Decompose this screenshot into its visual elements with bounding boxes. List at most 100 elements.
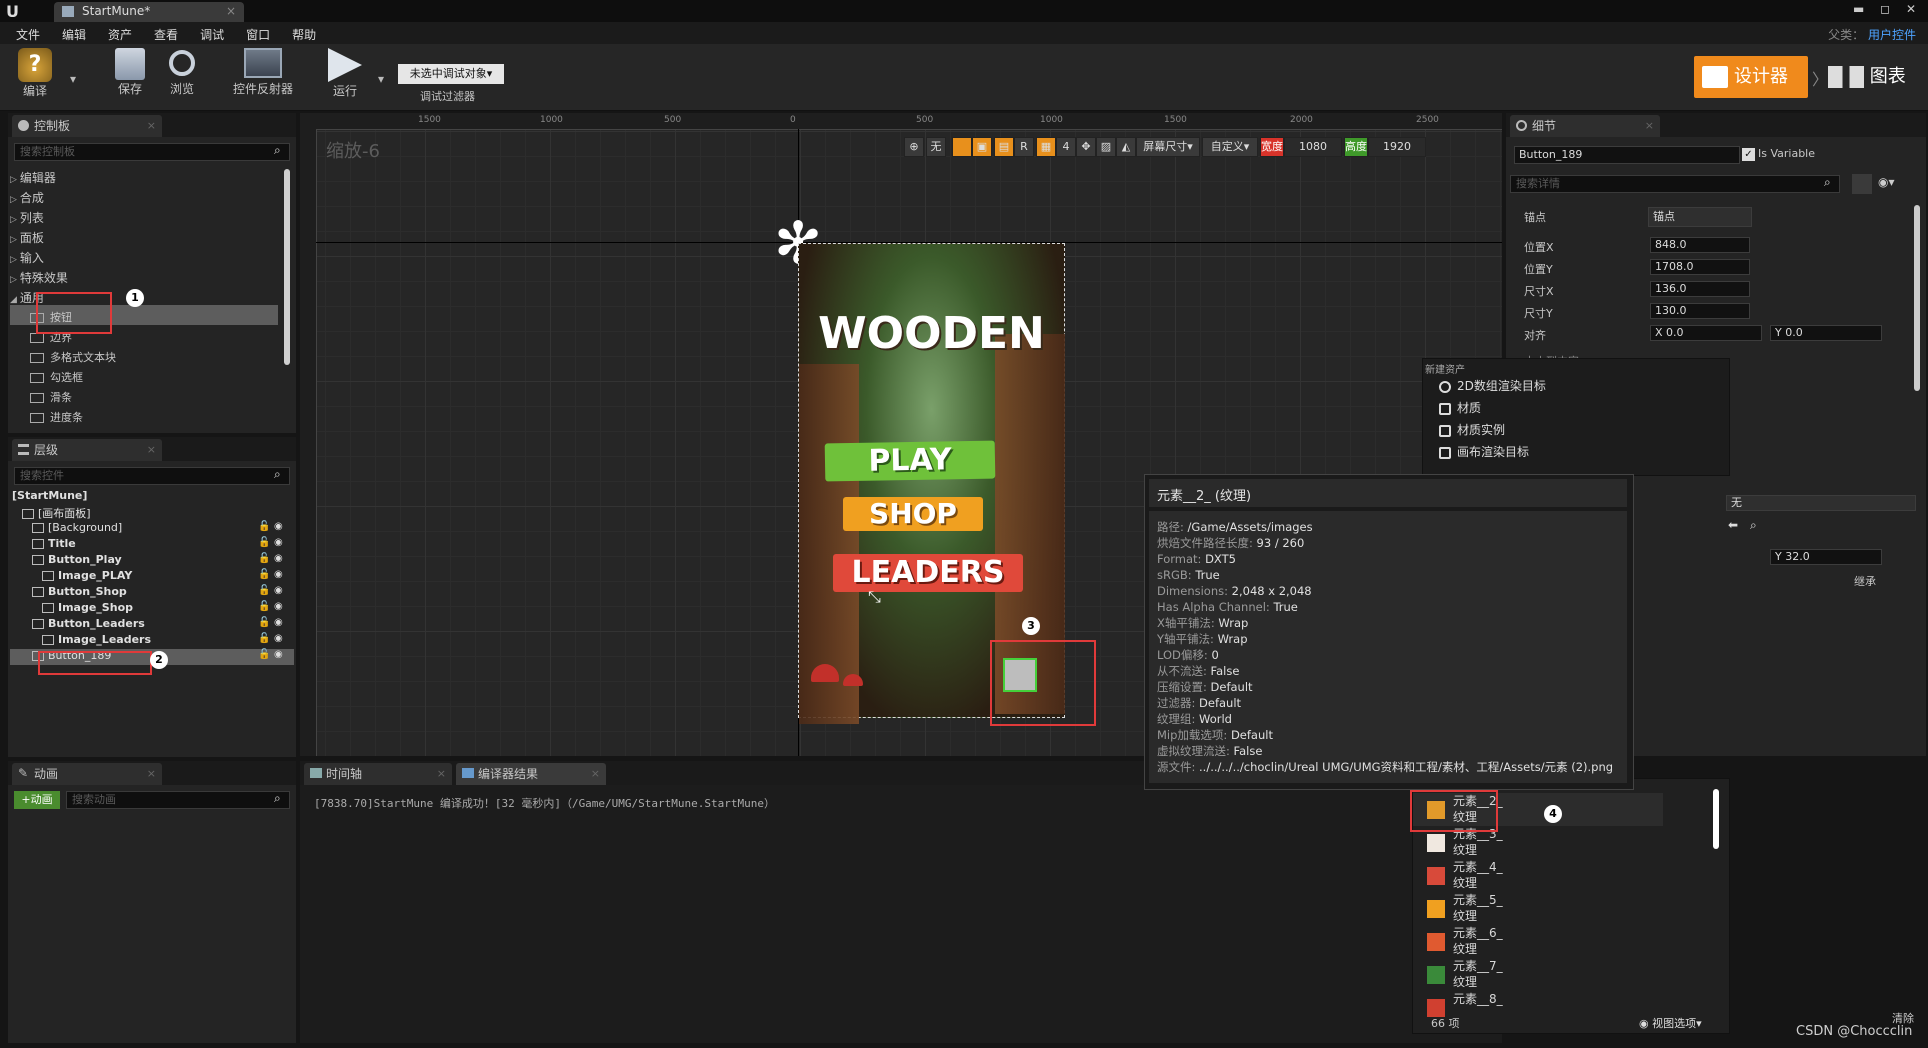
new-asset-item[interactable]: 画布渲染目标 [1439,443,1529,460]
new-asset-item[interactable]: 材质 [1439,399,1481,416]
palette-category[interactable]: ▷ 面板 [10,229,44,246]
menu-item[interactable]: 查看 [154,28,178,42]
designer-button[interactable]: 设计器 [1694,56,1808,98]
is-variable-checkbox[interactable]: ✓ [1742,148,1755,161]
eye-icon[interactable]: ◉▾ [1878,175,1895,189]
minimize-icon[interactable]: ▬ [1853,2,1864,16]
size-y-input[interactable]: 130.0 [1650,303,1750,319]
hierarchy-item[interactable]: Image_PLAY [42,569,132,582]
r-button[interactable]: R [1014,137,1034,157]
menu-item[interactable]: 资产 [108,28,132,42]
size-x-input[interactable]: 136.0 [1650,281,1750,297]
new-asset-item[interactable]: 2D数组渲染目标 [1439,377,1546,394]
palette-category[interactable]: ▷ 列表 [10,209,44,226]
new-asset-item[interactable]: 材质实例 [1439,421,1505,438]
palette-item[interactable]: 进度条 [30,409,83,425]
hierarchy-item[interactable]: [Background] [32,521,122,534]
hierarchy-item[interactable]: Image_Shop [42,601,133,614]
eye-icon[interactable]: ◉ [274,649,283,660]
save-button[interactable]: 保存 [110,48,150,97]
tab-hierarchy[interactable]: 层级 × [12,439,162,461]
play-button-image[interactable]: PLAY [824,440,996,482]
close-icon[interactable]: × [226,4,236,18]
asset-scrollbar[interactable] [1713,789,1719,849]
details-search-input[interactable]: 搜索详情 [1510,175,1840,193]
grid-snap-value[interactable]: 4 [1056,137,1076,157]
eye-icon[interactable]: ◉ [274,569,283,580]
lock-icon[interactable]: ▣ [972,137,992,157]
animation-search-input[interactable]: 搜索动画 [66,791,290,809]
hierarchy-item[interactable]: Button_Leaders [32,617,145,630]
none-dropdown[interactable]: 无 [1726,495,1916,511]
parent-class-link[interactable]: 用户控件 [1868,28,1916,42]
graph-button[interactable]: 图表 [1828,56,1920,98]
tab-details[interactable]: 细节 × [1510,115,1660,137]
tab-animation[interactable]: ✎ 动画 × [12,763,162,785]
run-dropdown-icon[interactable]: ▾ [378,72,384,86]
view-options-button[interactable]: ◉ 视图选项▾ [1639,1015,1702,1031]
palette-category[interactable]: ▷ 特殊效果 [10,269,68,286]
hierarchy-item[interactable]: Button_Shop [32,585,127,598]
alignment-x-input[interactable]: X 0.0 [1650,325,1762,341]
lock-icon[interactable]: 🔓 [258,521,270,532]
lock-icon[interactable]: 🔓 [258,601,270,612]
menu-item[interactable]: 编辑 [62,28,86,42]
eye-icon[interactable]: ◉ [274,521,283,532]
browse-button[interactable]: 浏览 [162,48,202,97]
widget-reflector-button[interactable]: 控件反射器 [228,48,298,97]
flip-icon[interactable]: ◭ [1116,137,1136,157]
none-button[interactable]: 无 [926,137,946,157]
run-button[interactable]: 运行 [320,48,370,99]
hierarchy-search-input[interactable]: 搜索控件 [14,467,290,485]
globe-icon[interactable]: ⊕ [904,137,924,157]
palette-category[interactable]: ▷ 输入 [10,249,44,266]
asset-item[interactable]: 元素__4_ 纹理 [1413,859,1663,892]
move-icon[interactable]: ✥ [1076,137,1096,157]
palette-search-input[interactable]: 搜索控制板 [14,143,290,161]
lock-icon[interactable]: 🔓 [258,633,270,644]
resize-handle-icon[interactable]: ⤡ [868,587,881,607]
eye-icon[interactable]: ◉ [274,537,283,548]
add-animation-button[interactable]: +动画 [14,791,60,809]
asset-item[interactable]: 元素__5_ 纹理 [1413,892,1663,925]
grid-snap-icon[interactable]: ▦ [1036,137,1056,157]
menu-item[interactable]: 帮助 [292,28,316,42]
screen-size-dropdown[interactable]: 屏幕尺寸▾ [1136,137,1200,157]
lock-icon[interactable]: 🔓 [258,649,270,660]
width-input[interactable]: 1080 [1284,137,1342,157]
alignment-y-input[interactable]: Y 0.0 [1770,325,1882,341]
leaders-button-image[interactable]: LEADERS [833,554,1023,592]
layout-icon[interactable]: ▤ [994,137,1014,157]
menu-item[interactable]: 调试 [200,28,224,42]
menu-item[interactable]: 文件 [16,28,40,42]
lock-icon[interactable]: 🔓 [258,537,270,548]
tab-timeline[interactable]: 时间轴 × [304,763,452,785]
palette-item[interactable]: 勾选框 [30,369,83,385]
shop-button-image[interactable]: SHOP [843,497,983,531]
palette-scrollbar[interactable] [284,169,290,365]
details-scrollbar[interactable] [1914,205,1920,391]
document-tab[interactable]: StartMune* × [54,2,244,22]
eye-icon[interactable]: ◉ [274,601,283,612]
close-icon[interactable]: × [147,763,156,785]
anchors-dropdown[interactable]: 锚点 [1648,207,1752,227]
pos-y-input[interactable]: 1708.0 [1650,259,1750,275]
custom-dropdown[interactable]: 自定义▾ [1202,137,1258,157]
hierarchy-item[interactable]: [StartMune] [12,489,87,502]
close-icon[interactable]: × [437,763,446,785]
lock-icon[interactable]: 🔓 [258,569,270,580]
property-matrix-icon[interactable] [1852,174,1872,194]
eye-icon[interactable]: ◉ [274,553,283,564]
compile-dropdown-icon[interactable]: ▾ [70,72,76,86]
close-icon[interactable]: × [147,115,156,137]
clear-button[interactable]: 清除 [1892,1010,1914,1026]
height-input[interactable]: 1920 [1368,137,1426,157]
debug-object-dropdown[interactable]: 未选中调试对象▾ [398,64,504,84]
hierarchy-item[interactable]: Title [32,537,76,550]
image-icon[interactable]: ▨ [1096,137,1116,157]
hierarchy-item[interactable]: Button_Play [32,553,122,566]
maximize-icon[interactable]: ◻ [1880,2,1890,16]
padding-y-input[interactable]: Y 32.0 [1770,549,1882,565]
arrow-left-icon[interactable]: ⬅ [1728,518,1738,532]
close-icon[interactable]: × [1645,115,1654,137]
